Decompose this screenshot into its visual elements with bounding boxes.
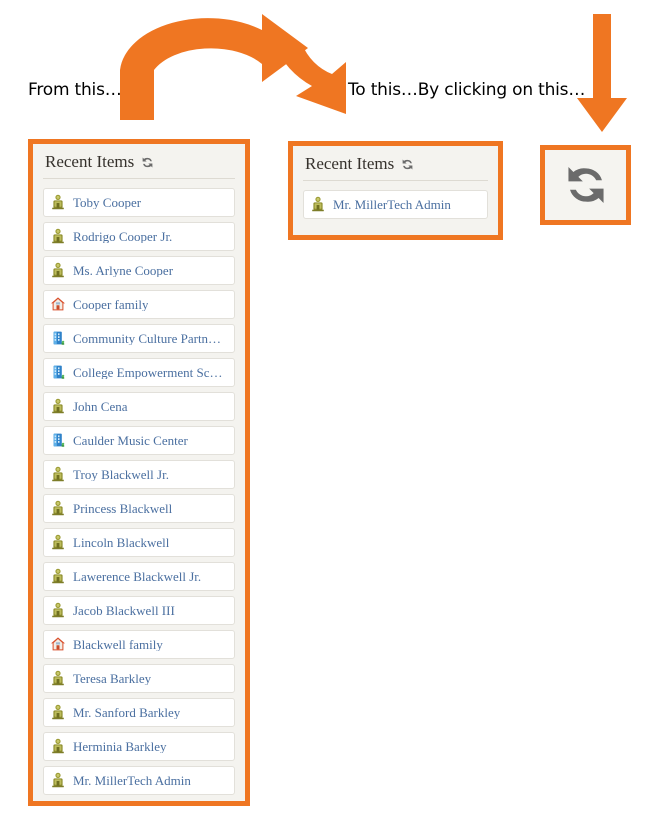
list-item[interactable]: Cooper family [43,289,235,319]
down-arrow-icon [274,44,346,114]
list-item-label: Lawerence Blackwell Jr. [73,569,202,583]
recent-items-panel-refreshed: Recent Items Mr. MillerTech Admin [288,141,503,240]
list-item[interactable]: Teresa Barkley [43,663,235,693]
list-item-label: Rodrigo Cooper Jr. [73,229,173,243]
list-item[interactable]: Mr. Sanford Barkley [43,697,235,727]
page-title: Recent Items [305,154,395,173]
list-item-label: Caulder Music Center [73,433,188,447]
organization-icon [50,432,66,448]
list-item-label: Toby Cooper [73,195,142,209]
person-icon [50,772,66,788]
person-icon [50,738,66,754]
recent-items-list: Mr. MillerTech Admin [303,189,488,219]
person-icon [50,262,66,278]
list-item[interactable]: Herminia Barkley [43,731,235,761]
recent-items-list: Toby Cooper Rodrigo Cooper Jr. Ms. Arlyne … [43,187,235,795]
list-item[interactable]: Mr. MillerTech Admin [303,189,488,219]
list-item[interactable]: Mr. MillerTech Admin [43,765,235,795]
list-item[interactable]: College Empowerment Sc… [43,357,235,387]
person-icon [50,568,66,584]
refresh-icon[interactable] [400,157,415,172]
list-item-label: Princess Blackwell [73,501,173,515]
person-icon [50,466,66,482]
list-item[interactable]: Troy Blackwell Jr. [43,459,235,489]
list-item[interactable]: Jacob Blackwell III [43,595,235,625]
list-item-label: Jacob Blackwell III [73,603,175,617]
list-item-label: John Cena [73,399,128,413]
list-item-label: Blackwell family [73,637,163,651]
organization-icon [50,364,66,380]
list-item-label: Community Culture Partn… [73,331,222,345]
person-icon [50,398,66,414]
list-item[interactable]: Blackwell family [43,629,235,659]
list-item-label: Troy Blackwell Jr. [73,467,169,481]
list-item-label: Cooper family [73,297,149,311]
refresh-button[interactable] [540,145,631,225]
panel-header-refreshed: Recent Items [303,154,488,181]
list-item[interactable]: Toby Cooper [43,187,235,217]
list-item-label: Teresa Barkley [73,671,152,685]
organization-icon [50,330,66,346]
list-item-label: Herminia Barkley [73,739,167,753]
list-item[interactable]: Caulder Music Center [43,425,235,455]
list-item-label: Mr. Sanford Barkley [73,705,181,719]
list-item[interactable]: John Cena [43,391,235,421]
person-icon [50,500,66,516]
list-item[interactable]: Lincoln Blackwell [43,527,235,557]
list-item-label: College Empowerment Sc… [73,365,223,379]
refresh-icon[interactable] [559,158,613,212]
down-arrow-icon [577,14,627,132]
house-icon [50,636,66,652]
person-icon [310,196,326,212]
refresh-icon[interactable] [140,155,155,170]
list-item-label: Mr. MillerTech Admin [73,773,191,787]
person-icon [50,602,66,618]
list-item[interactable]: Lawerence Blackwell Jr. [43,561,235,591]
person-icon [50,194,66,210]
annotation-to-label: To this…By clicking on this… [348,80,586,100]
list-item-label: Lincoln Blackwell [73,535,170,549]
person-icon [50,534,66,550]
house-icon [50,296,66,312]
list-item[interactable]: Princess Blackwell [43,493,235,523]
person-icon [50,704,66,720]
person-icon [50,670,66,686]
list-item[interactable]: Community Culture Partn… [43,323,235,353]
recent-items-panel-full: Recent Items Toby Cooper Rodrigo Cooper J… [28,139,250,806]
panel-header-full: Recent Items [43,152,235,179]
page-title: Recent Items [45,152,135,171]
list-item-label: Ms. Arlyne Cooper [73,263,174,277]
person-icon [50,228,66,244]
list-item-label: Mr. MillerTech Admin [333,197,451,211]
list-item[interactable]: Rodrigo Cooper Jr. [43,221,235,251]
list-item[interactable]: Ms. Arlyne Cooper [43,255,235,285]
